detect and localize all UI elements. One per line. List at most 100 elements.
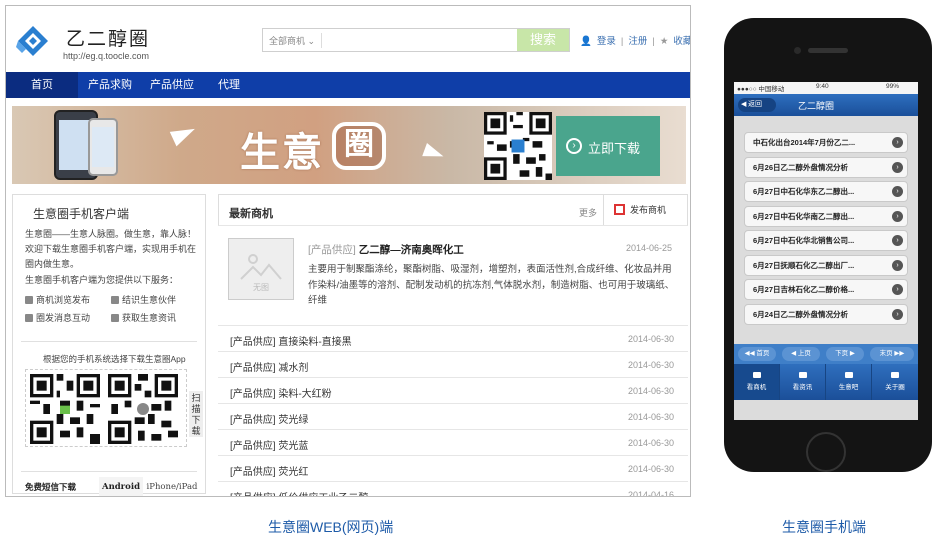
tab-news[interactable]: 看资讯 [780,364,826,400]
featured-listing[interactable]: 无图 [产品供应] 乙二醇—济南奥晖化工 2014-06-25 主要用于制聚酯涤… [228,238,678,318]
next-page-button[interactable]: 下页 ▶ [826,347,864,361]
favorite-link[interactable]: 收藏 [673,36,690,47]
list-item[interactable]: 6月27日中石化华东乙二醇出... › [744,181,908,202]
feature-label: 获取生意资讯 [122,313,177,323]
list-item[interactable]: [产品供应] 荧光红 2014-06-30 [218,455,688,481]
list-item[interactable]: 6月27日中石化华南乙二醇出... › [744,205,908,227]
search-category-select[interactable]: 全部商机 ⌄ [269,34,315,47]
paper-plane-icon [422,143,446,163]
choose-system-text: 根据您的手机系统选择下载生意圈App [43,354,186,364]
list-item[interactable]: 6月27日中石化华北销售公司... › [744,230,908,251]
banner-title: 生意 [240,130,324,176]
item-date: 2014-06-30 [628,334,675,344]
home-button-icon [806,432,846,472]
item-title: 6月24日乙二醇外盘情况分析 [753,309,849,319]
no-image-thumbnail[interactable]: 无图 [228,238,294,300]
item-name: [产品供应] 荧光蓝 [230,441,309,452]
mobile-phone-frame: ●●●○○ 中国移动 9:40 99% ◀ 返回 乙二醇圈 中石化出台2014年7… [724,18,932,472]
no-image-label: 无图 [253,283,269,292]
back-button[interactable]: ◀ 返回 [738,98,776,112]
nav-item-home[interactable]: 首页 [6,72,78,98]
site-logo-icon[interactable] [16,24,50,58]
listing-title[interactable]: [产品供应] 乙二醇—济南奥晖化工 [308,242,464,257]
panel-title: 生意圈手机客户端 [33,207,130,221]
list-item[interactable]: [产品供应] 荧光绿 2014-06-30 [218,403,688,429]
qr-code-box [25,369,187,447]
list-item[interactable]: 6月26日乙二醇外盘情况分析 › [744,156,908,178]
item-date: 2014-04-16 [628,490,675,497]
item-name: [产品供应] 减水剂 [230,363,309,374]
tab-opportunities[interactable]: 看商机 [734,364,780,400]
divider: | [620,36,624,47]
back-label: 返回 [748,101,762,108]
item-date: 2014-06-30 [628,464,675,474]
list-item[interactable]: 中石化出台2014年7月份乙二... › [744,132,908,153]
status-bar: ●●●○○ 中国移动 9:40 99% [734,82,918,94]
panel-description: 生意圈——生意人脉圈。做生意，靠人脉！欢迎下载生意圈手机客户端，实现用手机在圈内… [25,229,197,269]
divider [21,471,197,472]
item-title: 6月26日乙二醇外盘情况分析 [753,162,849,172]
browse-icon [25,296,33,304]
first-page-button[interactable]: ◀◀ 首页 [738,347,776,361]
service-intro: 生意圈手机客户端为您提供以下服务： [25,275,179,285]
list-item[interactable]: [产品供应] 直接染料-直接黑 2014-06-30 [218,325,688,351]
more-link[interactable]: 更多 [579,206,597,219]
tab-free-sms[interactable]: 免费短信下载 [25,477,97,496]
main-nav: 首页 产品求购 产品供应 代理 [6,72,690,98]
tab-iphone-ipad[interactable]: iPhone/iPad [143,477,201,496]
qr-code-iphone-icon[interactable] [108,374,178,444]
publish-button[interactable]: 发布商机 [603,195,689,225]
item-name: [产品供应] 低价供应工业乙二醇 [230,489,368,496]
person-icon [891,372,899,378]
mobile-title: 乙二醇圈 [798,101,835,111]
nav-item-supply[interactable]: 产品供应 [140,72,204,98]
qr-code-android-icon[interactable] [30,374,100,444]
nav-item-agent[interactable]: 代理 [206,72,252,98]
site-header: 乙二醇圈 http://eg.q.toocle.com 全部商机 ⌄ 搜索 👤 登… [6,6,690,72]
search-input[interactable] [325,31,515,49]
list-item[interactable]: [产品供应] 低价供应工业乙二醇 2014-04-16 [218,481,688,497]
item-date: 2014-06-30 [628,360,675,370]
publish-label: 发布商机 [630,205,667,215]
tab-business-bar[interactable]: 生意吧 [826,364,872,400]
list-item[interactable]: [产品供应] 染料-大红粉 2014-06-30 [218,377,688,403]
scan-download-label: 扫描下载 [189,391,203,437]
speaker-icon [808,48,848,53]
download-tabs: 免费短信下载 Android iPhone/iPad [25,477,201,496]
item-title: 6月27日中石化华东乙二醇出... [753,187,855,196]
login-link[interactable]: 登录 [597,36,616,47]
item-name: [产品供应] 荧光绿 [230,415,309,426]
register-link[interactable]: 注册 [628,36,647,47]
item-name: [产品供应] 染料-大红粉 [230,389,332,400]
last-page-button[interactable]: 末页 ▶▶ [870,347,914,361]
pager-label: 上页 [797,350,811,357]
paper-plane-icon [169,121,199,147]
download-now-button[interactable]: › 立即下载 [556,116,660,176]
item-title: 6月27日中石化华南乙二醇出... [753,211,855,221]
chevron-right-icon: › [892,186,903,197]
item-date: 2014-06-30 [628,412,675,422]
mobile-tab-bar: 看商机 看资讯 生意吧 关于圈 [734,364,918,400]
tab-about[interactable]: 关于圈 [872,364,918,400]
tab-android[interactable]: Android [99,477,143,496]
prev-page-button[interactable]: ◀ 上页 [782,347,820,361]
item-title: 6月27日吉林石化乙二醇价格... [753,285,855,294]
search-button[interactable]: 搜索 [517,29,569,51]
top-links: 👤 登录 | 注册 | ★ 收藏 [580,33,690,47]
list-item[interactable]: 6月27日吉林石化乙二醇价格... › [744,279,908,300]
item-title: 6月27日抚顺石化乙二醇出厂... [753,260,855,270]
qr-code-icon [484,112,552,180]
promo-banner[interactable]: 生意 圈 › 立即下载 [12,106,686,184]
site-name[interactable]: 乙二醇圈 [66,24,150,51]
eye-icon [752,372,761,378]
phone-illustration-icon [88,118,118,176]
list-item[interactable]: [产品供应] 荧光蓝 2014-06-30 [218,429,688,455]
nav-item-buy[interactable]: 产品求购 [78,72,142,98]
list-item[interactable]: [产品供应] 减水剂 2014-06-30 [218,351,688,377]
star-icon: ★ [659,36,669,47]
chevron-down-icon: ⌄ [307,36,316,46]
list-item[interactable]: 6月27日抚顺石化乙二醇出厂... › [744,254,908,276]
divider [21,341,197,342]
list-item[interactable]: 6月24日乙二醇外盘情况分析 › [744,303,908,325]
chevron-right-icon: › [892,161,903,173]
